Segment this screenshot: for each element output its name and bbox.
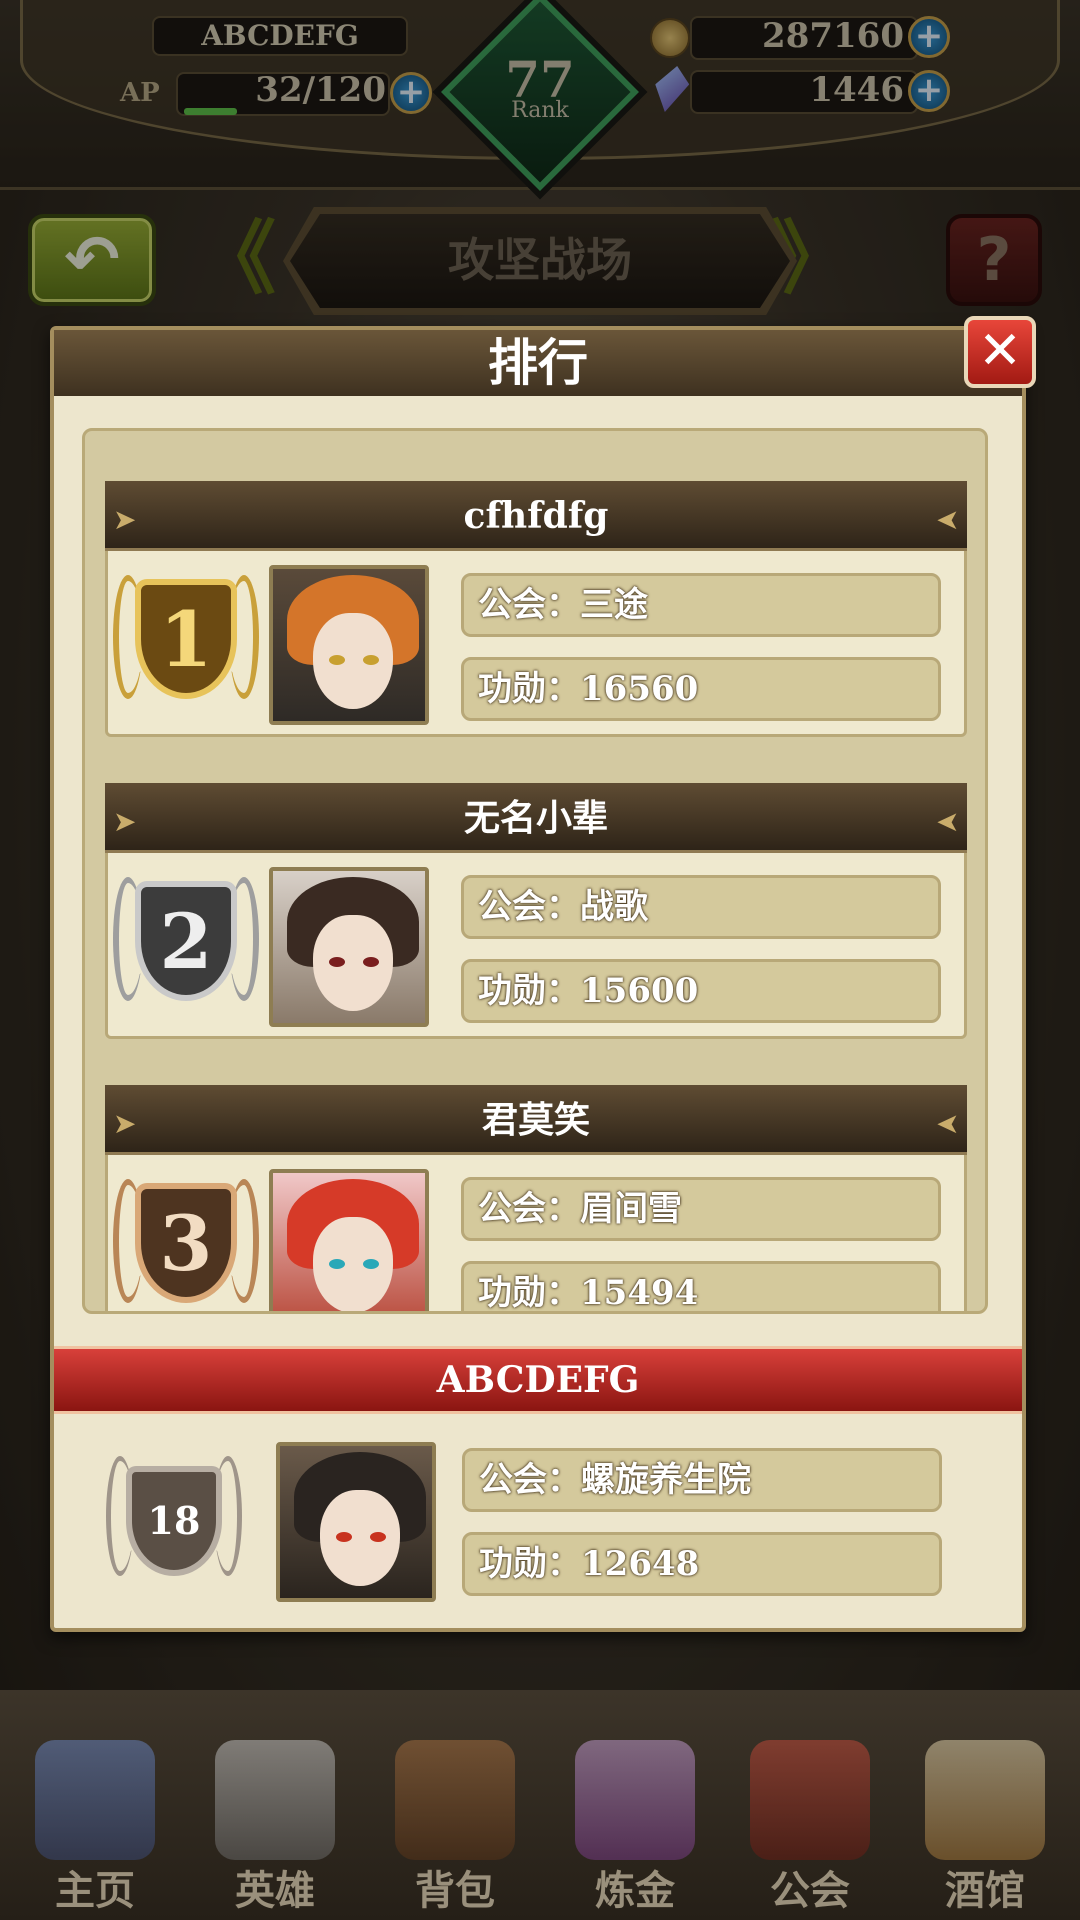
ap-icon: AP xyxy=(120,78,160,108)
nav-guild[interactable]: 公会 xyxy=(725,1740,895,1920)
dialog-title: 排行 xyxy=(488,333,588,392)
self-avatar[interactable] xyxy=(276,1442,436,1602)
self-player-name: ABCDEFG xyxy=(436,1359,640,1401)
nav-label: 炼金 xyxy=(595,1867,675,1914)
gold-value: 287160 xyxy=(762,16,904,56)
merit-field: 功勋：15494 xyxy=(461,1261,941,1311)
nav-home[interactable]: 主页 xyxy=(10,1740,180,1920)
guild-shield-icon xyxy=(750,1740,870,1860)
guild-field: 公会：战歌 xyxy=(461,875,941,939)
avatar[interactable] xyxy=(269,565,429,725)
nav-tavern[interactable]: 酒馆 xyxy=(900,1740,1070,1920)
page-title: 攻坚战场 xyxy=(448,233,632,287)
player-name: ABCDEFG xyxy=(152,16,408,56)
ranking-entry: ➤ ➤ 君莫笑 3 公会：眉间雪 功勋：15494 xyxy=(105,1085,967,1311)
nav-label: 酒馆 xyxy=(945,1867,1025,1914)
rank-label: Rank xyxy=(511,98,569,123)
add-gold-button[interactable]: + xyxy=(908,16,950,58)
merit-field: 功勋：16560 xyxy=(461,657,941,721)
chevron-left-icon: 《 xyxy=(196,212,276,305)
self-merit-field: 功勋：12648 xyxy=(462,1532,942,1596)
nav-label: 公会 xyxy=(770,1867,850,1914)
help-button[interactable]: ? xyxy=(946,214,1042,306)
nav-backpack[interactable]: 背包 xyxy=(370,1740,540,1920)
ap-value: 32/120 xyxy=(255,70,386,110)
rank-number: 2 xyxy=(159,897,213,986)
ranking-entry: ➤ ➤ cfhfdfg 1 公会：三途 功勋：16560 xyxy=(105,481,967,737)
nav-label: 主页 xyxy=(55,1867,135,1914)
castle-icon xyxy=(35,1740,155,1860)
nav-alchemy[interactable]: 炼金 xyxy=(550,1740,720,1920)
bronze-medal-icon: 3 xyxy=(111,1169,261,1311)
gold-medal-icon: 1 xyxy=(111,565,261,715)
tavern-beer-icon xyxy=(925,1740,1045,1860)
merit-field: 功勋：15600 xyxy=(461,959,941,1023)
guild-field: 公会：眉间雪 xyxy=(461,1177,941,1241)
close-button[interactable]: ✕ xyxy=(964,316,1036,388)
hero-helmet-icon xyxy=(215,1740,335,1860)
gem-value: 1446 xyxy=(809,70,904,110)
player-name: 无名小辈 xyxy=(463,797,608,839)
nav-hero[interactable]: 英雄 xyxy=(190,1740,360,1920)
rank-number: 3 xyxy=(159,1199,213,1288)
avatar[interactable] xyxy=(269,1169,429,1311)
avatar[interactable] xyxy=(269,867,429,1027)
ranking-list[interactable]: ➤ ➤ cfhfdfg 1 公会：三途 功勋：16560 ➤ ➤ 无名小辈 2 … xyxy=(82,428,988,1314)
undo-arrow-icon: ↶ xyxy=(64,221,120,298)
ranking-entry: ➤ ➤ 无名小辈 2 公会：战歌 功勋：15600 xyxy=(105,783,967,1039)
self-rank-number: 18 xyxy=(147,1498,201,1543)
nav-label: 背包 xyxy=(415,1867,495,1914)
guild-field: 公会：三途 xyxy=(461,573,941,637)
rank-number: 1 xyxy=(159,595,213,684)
nav-label: 英雄 xyxy=(235,1867,315,1914)
player-name: 君莫笑 xyxy=(481,1099,590,1141)
backpack-icon xyxy=(395,1740,515,1860)
add-gem-button[interactable]: + xyxy=(908,70,950,112)
player-name: cfhfdfg xyxy=(463,495,609,537)
add-ap-button[interactable]: + xyxy=(390,72,432,114)
gold-coin-icon xyxy=(650,18,690,58)
self-guild-field: 公会：螺旋养生院 xyxy=(462,1448,942,1512)
silver-medal-icon: 2 xyxy=(111,867,261,1017)
alchemy-flask-icon xyxy=(575,1740,695,1860)
